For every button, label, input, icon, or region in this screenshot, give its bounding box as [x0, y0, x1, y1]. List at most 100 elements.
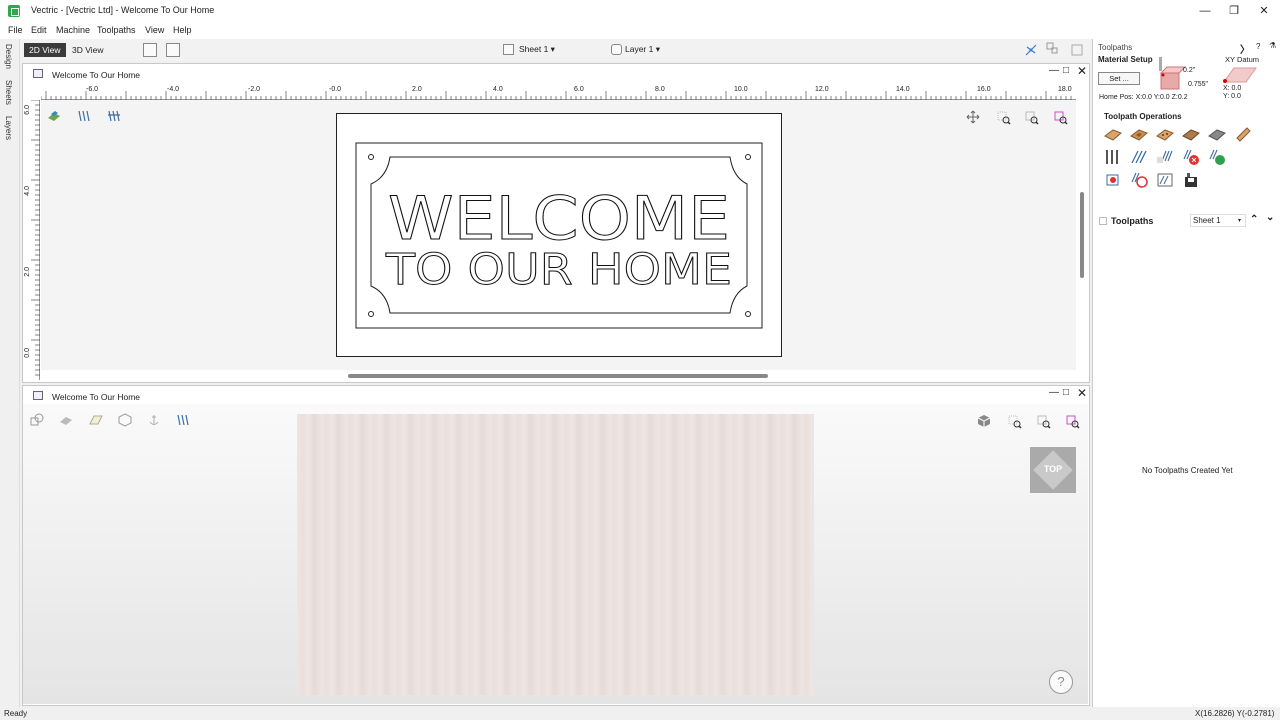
show-vectors-icon[interactable] — [30, 413, 44, 427]
anchor-icon[interactable] — [147, 413, 161, 427]
view-2d-title: Welcome To Our Home — [52, 70, 141, 80]
move-up-icon[interactable]: ⌃ — [1250, 214, 1258, 225]
sign-artwork[interactable]: WELCOME TO OUR HOME — [337, 114, 781, 356]
vcarve-toolpath-icon[interactable] — [1182, 126, 1200, 142]
panel-pin-icon[interactable]: ⚗ — [1269, 41, 1276, 50]
view-3d-minimize-button[interactable]: — — [1049, 387, 1059, 398]
show-solid-icon[interactable] — [118, 413, 132, 427]
view-2d-button[interactable]: 2D View — [24, 43, 66, 57]
xy-datum-icon[interactable] — [1222, 64, 1258, 84]
restore-button[interactable]: ❐ — [1225, 3, 1243, 19]
move-down-icon[interactable]: ⌄ — [1266, 212, 1274, 223]
view-window-icon — [33, 69, 43, 78]
zoom-material-icon[interactable] — [1054, 111, 1068, 125]
material-set-button[interactable]: Set ... — [1098, 72, 1140, 85]
ruler-label: 6.0 — [574, 86, 584, 93]
view-cube-icon[interactable] — [977, 414, 991, 428]
close-button[interactable]: ✕ — [1255, 3, 1273, 19]
ruler-label: 12.0 — [815, 86, 829, 93]
ruler-label: -0.0 — [329, 86, 342, 93]
app-logo-icon — [8, 5, 20, 17]
left-side-tabs: Design Sheets Layers — [0, 39, 20, 707]
horizontal-ruler: -6.0 -4.0 -2.0 -0.0 2.0 4.0 6.0 8.0 10.0… — [41, 85, 1076, 100]
window-title: Vectric - [Vectric Ltd] - Welcome To Our… — [31, 5, 215, 15]
tab-layers[interactable]: Layers — [4, 116, 13, 140]
panel-collapse-icon[interactable]: 〉 — [1240, 41, 1250, 56]
offset-value: 0.2" — [1183, 67, 1196, 74]
layout-horizontal-icon[interactable] — [143, 43, 157, 57]
quick-engrave-icon[interactable] — [1130, 149, 1148, 165]
menu-help[interactable]: Help — [173, 25, 192, 35]
toolpath-summary-icon[interactable] — [1104, 172, 1122, 188]
toolpaths-label: Toolpaths — [1111, 216, 1154, 226]
grid-icon[interactable] — [1045, 41, 1059, 55]
show-toolpath-sheet-icon[interactable] — [89, 413, 103, 427]
view-2d-maximize-button[interactable]: □ — [1063, 65, 1069, 76]
sheet-icon — [503, 44, 514, 55]
profile-toolpath-icon[interactable] — [1104, 126, 1122, 142]
drilling-toolpath-icon[interactable] — [1156, 126, 1174, 142]
zoom-extents-icon[interactable] — [1025, 111, 1039, 125]
show-material-icon[interactable] — [59, 413, 73, 427]
ruler-label: 4.0 — [24, 186, 31, 196]
material-setup-label: Material Setup — [1098, 55, 1153, 64]
zoom-material-3d-icon[interactable] — [1066, 415, 1080, 429]
tab-sheets[interactable]: Sheets — [4, 80, 13, 105]
panel-help-icon[interactable]: ? — [1256, 42, 1260, 51]
pocket-toolpath-icon[interactable] — [1130, 126, 1148, 142]
vertical-ruler: 6.0 4.0 2.0 0.0 — [23, 100, 40, 380]
view-3d-close-button[interactable]: ✕ — [1077, 386, 1087, 400]
delete-toolpath-icon[interactable] — [1182, 149, 1200, 165]
zoom-box-icon[interactable] — [997, 111, 1011, 125]
sheet-selector[interactable]: Sheet 1 ▾ — [519, 44, 555, 55]
tab-design[interactable]: Design — [4, 44, 13, 69]
material-sheet: WELCOME TO OUR HOME — [336, 113, 782, 357]
show-toolpaths-icon[interactable] — [176, 413, 190, 427]
status-text: Ready — [4, 709, 28, 718]
frame-icon[interactable] — [1070, 43, 1084, 57]
toolpath-template-icon[interactable] — [1156, 149, 1174, 165]
view-orientation-cube[interactable]: TOP — [1030, 447, 1076, 493]
texture-toolpath-icon[interactable] — [1208, 126, 1226, 142]
ruler-label: 18.0 — [1058, 86, 1072, 93]
zoom-extents-3d-icon[interactable] — [1037, 415, 1051, 429]
pan-icon[interactable] — [966, 110, 980, 124]
help-button[interactable]: ? — [1049, 670, 1073, 694]
menu-view[interactable]: View — [145, 25, 164, 35]
ruler-label: 14.0 — [896, 86, 910, 93]
menu-machine[interactable]: Machine — [56, 25, 90, 35]
toolpaths-checkbox[interactable] — [1099, 217, 1107, 225]
toolpath-list-icon[interactable] — [107, 109, 121, 123]
merge-toolpaths-icon[interactable] — [1156, 172, 1174, 188]
fluting-toolpath-icon[interactable] — [1104, 149, 1122, 165]
chamfer-toolpath-icon[interactable] — [1234, 126, 1252, 142]
view-3d-button[interactable]: 3D View — [67, 43, 109, 57]
view-window-icon — [33, 391, 43, 400]
view-2d-minimize-button[interactable]: — — [1049, 65, 1059, 76]
menu-toolpaths[interactable]: Toolpaths — [97, 25, 136, 35]
toolpath-operations-label: Toolpath Operations — [1104, 112, 1182, 121]
view-3d-maximize-button[interactable]: □ — [1063, 387, 1069, 398]
status-bar: Ready X(16.2826) Y(-0.2781) — [0, 707, 1280, 720]
menu-edit[interactable]: Edit — [31, 25, 47, 35]
recalculate-toolpath-icon[interactable] — [1208, 149, 1226, 165]
machining-time-icon[interactable] — [1130, 172, 1148, 188]
home-position: Home Pos: X:0.0 Y:0.0 Z:0.2 — [1099, 94, 1188, 101]
snap-icon[interactable] — [1024, 43, 1038, 57]
sign-line-1: WELCOME — [388, 184, 730, 254]
vertical-scrollbar[interactable] — [1080, 192, 1084, 278]
material-icon[interactable] — [47, 109, 61, 123]
minimize-button[interactable]: — — [1196, 3, 1214, 19]
menu-file[interactable]: File — [8, 25, 23, 35]
horizontal-scrollbar[interactable] — [348, 374, 768, 378]
ruler-label: 8.0 — [655, 86, 665, 93]
ruler-ticks — [41, 91, 1072, 100]
layout-vertical-icon[interactable] — [166, 43, 180, 57]
layer-selector[interactable]: Layer 1 ▾ — [625, 44, 660, 55]
ruler-label: 2.0 — [412, 86, 422, 93]
toolpath-preview-icon[interactable] — [77, 109, 91, 123]
zoom-box-3d-icon[interactable] — [1008, 415, 1022, 429]
view-2d-close-button[interactable]: ✕ — [1077, 64, 1087, 78]
ruler-label: -6.0 — [86, 86, 99, 93]
save-toolpath-icon[interactable] — [1182, 172, 1200, 188]
